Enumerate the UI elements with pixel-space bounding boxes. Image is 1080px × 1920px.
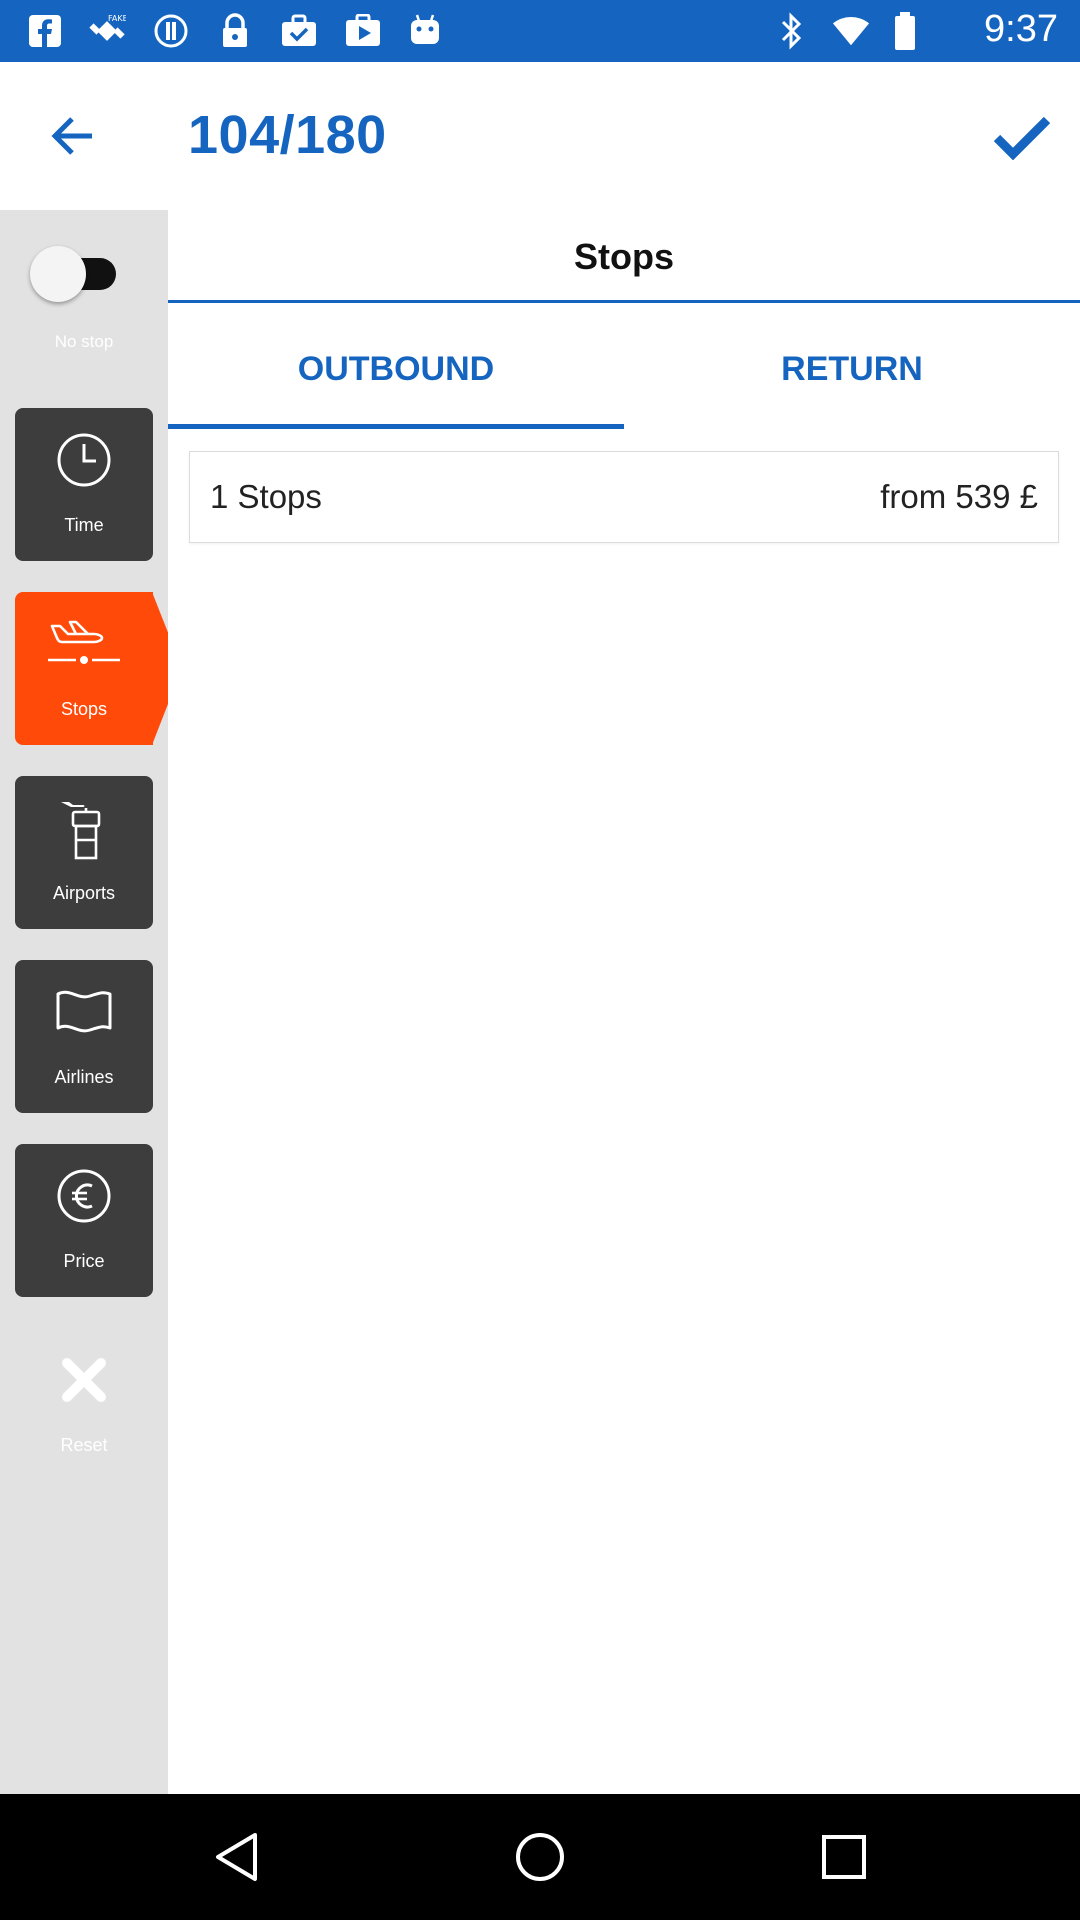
control-tower-icon <box>61 802 101 860</box>
flag-icon <box>56 990 112 1033</box>
sidebar-item-airlines[interactable]: Airlines <box>15 960 153 1113</box>
stop-option-price: from 539 £ <box>880 478 1038 515</box>
app-bar: 104/180 <box>0 62 1080 210</box>
close-icon <box>62 1358 106 1402</box>
stops-panel: Stops OUTBOUND RETURN 1 Stops from 539 £ <box>168 210 1080 1794</box>
sidebar-item-airports[interactable]: Airports <box>15 776 153 929</box>
arrow-back-icon <box>51 117 92 155</box>
nav-home-button[interactable] <box>510 1827 570 1887</box>
android-icon <box>406 12 444 50</box>
sidebar-item-time[interactable]: Time <box>15 408 153 561</box>
nav-recents-button[interactable] <box>814 1827 874 1887</box>
navigation-bar <box>0 1794 1080 1920</box>
confirm-button[interactable] <box>990 106 1054 170</box>
tab-indicator <box>168 424 624 429</box>
sidebar-item-label: Time <box>64 515 104 535</box>
square-recents-icon <box>822 1835 866 1879</box>
tab-return[interactable]: RETURN <box>624 350 1080 389</box>
reset-label: Reset <box>60 1435 108 1455</box>
info-circle-icon <box>152 12 190 50</box>
status-time: 9:37 <box>984 8 1058 50</box>
play-store-icon <box>344 12 382 50</box>
clock-icon <box>57 433 111 487</box>
fake-gps-icon: FAKE <box>88 12 126 50</box>
svg-text:FAKE: FAKE <box>108 14 126 23</box>
plane-landing-icon <box>48 620 120 664</box>
toggle-thumb <box>30 246 86 302</box>
filter-sidebar: No stop Time Stops Airports Airlines Pri… <box>0 210 182 1794</box>
page-title: Stops <box>573 236 674 277</box>
sidebar-item-price[interactable]: Price <box>15 1144 153 1297</box>
bluetooth-icon <box>772 12 810 50</box>
check-icon <box>993 116 1051 160</box>
triangle-back-icon <box>216 1833 257 1881</box>
stop-option-1-stop[interactable]: 1 Stops from 539 £ <box>189 451 1059 543</box>
sidebar-item-label: Price <box>63 1251 105 1271</box>
tab-outbound[interactable]: OUTBOUND <box>168 350 624 389</box>
circle-home-icon <box>516 1833 564 1881</box>
euro-icon <box>57 1169 111 1223</box>
nav-back-button[interactable] <box>206 1827 266 1887</box>
sidebar-item-stops[interactable]: Stops <box>15 592 182 745</box>
back-button[interactable] <box>44 108 100 164</box>
wifi-icon <box>832 12 870 50</box>
no-stop-toggle[interactable] <box>30 246 120 302</box>
sidebar-item-label: Stops <box>60 699 108 719</box>
status-bar: FAKE 9:37 <box>0 0 1080 62</box>
battery-icon <box>886 12 924 50</box>
facebook-icon <box>26 12 64 50</box>
stop-option-label: 1 Stops <box>210 478 322 515</box>
no-stop-label: No stop <box>54 332 114 351</box>
briefcase-check-icon <box>280 12 318 50</box>
title-divider <box>168 300 1080 303</box>
lock-icon <box>216 12 254 50</box>
reset-button[interactable]: Reset <box>15 1328 153 1458</box>
results-counter: 104/180 <box>188 105 387 165</box>
sidebar-item-label: Airlines <box>54 1067 114 1087</box>
sidebar-item-label: Airports <box>52 883 115 903</box>
